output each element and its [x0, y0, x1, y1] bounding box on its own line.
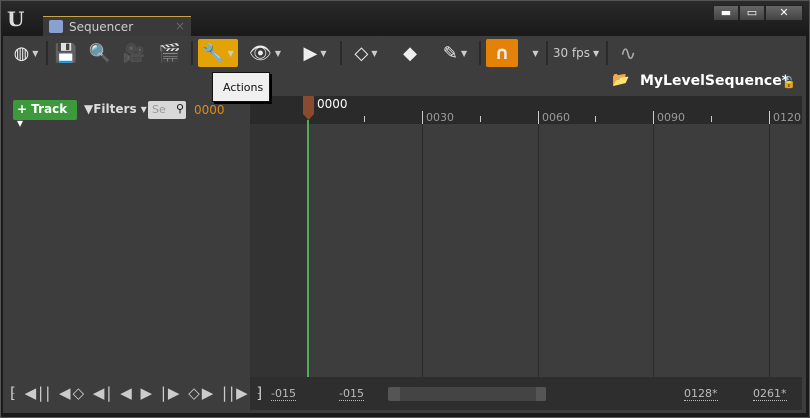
filters-button[interactable]: ▼Filters ▾ — [84, 102, 147, 116]
render-button[interactable]: 🎬 — [156, 39, 184, 67]
tick-label: 0060 — [542, 111, 570, 124]
snap-button[interactable]: ∩ — [486, 39, 518, 67]
edit-button[interactable]: ✎ ▼ — [438, 39, 472, 67]
search-placeholder: Se — [152, 103, 166, 116]
tick-label: 0090 — [657, 111, 685, 124]
actions-button[interactable]: 🔧 ▼ — [198, 39, 238, 67]
range-end[interactable]: 0128* — [684, 387, 718, 401]
unreal-logo: U — [7, 7, 25, 31]
view-options-button[interactable]: 👁 ▼ — [246, 39, 284, 67]
find-button[interactable]: 🔍 — [86, 39, 114, 67]
world-icon: ◍ — [13, 42, 30, 64]
close-tab-icon[interactable]: × — [175, 19, 185, 33]
camera-icon: 🎥 — [122, 42, 146, 64]
minimize-button[interactable]: ▬ — [713, 5, 739, 21]
save-button[interactable]: 💾 — [52, 39, 80, 67]
snap-options-dropdown[interactable]: ▼ — [526, 39, 542, 67]
play-icon: ▶ — [303, 42, 318, 64]
tick-label: 0030 — [426, 111, 454, 124]
close-button[interactable]: ✕ — [765, 5, 803, 21]
playback-options-button[interactable]: ▶ ▼ — [298, 39, 332, 67]
filters-label: Filters — [93, 102, 137, 116]
timeline-scrollbar[interactable] — [388, 387, 546, 401]
key-group-button[interactable]: ◆ — [396, 39, 424, 67]
key-tag-icon: ◆ — [403, 42, 417, 64]
key-options-button[interactable]: ◇ ▼ — [348, 39, 384, 67]
current-time[interactable]: 0000 — [194, 103, 225, 117]
curve-icon: ∿ — [619, 41, 637, 65]
search-icon: ⚲ — [175, 102, 184, 115]
tick-label: 0120 — [773, 111, 801, 124]
fps-label: 30 fps — [552, 46, 591, 60]
pencil-icon: ✎ — [442, 42, 458, 64]
search-icon: 🔍 — [88, 42, 112, 64]
magnet-icon: ∩ — [494, 42, 510, 64]
search-input[interactable]: Se ⚲ — [148, 101, 186, 119]
key-icon: ◇ — [354, 42, 369, 64]
world-button[interactable]: ◍ ▼ — [10, 39, 42, 67]
tab-sequencer[interactable]: Sequencer × — [43, 16, 191, 37]
playhead-line — [307, 120, 309, 377]
curve-editor-button[interactable]: ∿ — [614, 39, 642, 67]
clapper-icon: 🎬 — [158, 42, 182, 64]
folder-icon[interactable]: 📂 — [612, 72, 629, 88]
actions-tooltip: Actions — [212, 72, 270, 102]
lock-icon[interactable]: 🔓 — [782, 76, 796, 89]
camera-button[interactable]: 🎥 — [120, 39, 148, 67]
fps-dropdown[interactable]: 30 fps ▼ — [552, 39, 600, 67]
track-area[interactable] — [307, 124, 802, 377]
range-start[interactable]: -015 — [339, 387, 364, 401]
pre-range-area — [250, 124, 307, 377]
timeline[interactable]: 0030 0060 0090 0120 — [250, 96, 802, 410]
view-end[interactable]: 0261* — [753, 387, 787, 401]
track-label: Track — [31, 102, 68, 116]
track-panel: + Track ▾ ▼Filters ▾ Se ⚲ 0000 — [8, 96, 250, 410]
maximize-button[interactable]: ▭ — [739, 5, 765, 21]
playhead-time: 0000 — [317, 97, 348, 111]
range-bar: -015 -015 0128* 0261* — [250, 377, 802, 410]
eye-icon: 👁 — [248, 42, 272, 64]
transport-controls[interactable]: ⁅ ◀|| ◀◇ ◀| ◀ ▶ |▶ ◇▶ ||▶ ⁆ — [10, 384, 264, 402]
sequencer-icon — [49, 20, 63, 33]
tab-title: Sequencer — [69, 20, 134, 34]
view-start[interactable]: -015 — [271, 387, 296, 401]
save-icon: 💾 — [54, 42, 78, 64]
sequence-name: MyLevelSequence* — [640, 73, 790, 89]
add-track-button[interactable]: + Track ▾ — [13, 100, 77, 130]
wrench-icon: 🔧 — [202, 42, 225, 64]
